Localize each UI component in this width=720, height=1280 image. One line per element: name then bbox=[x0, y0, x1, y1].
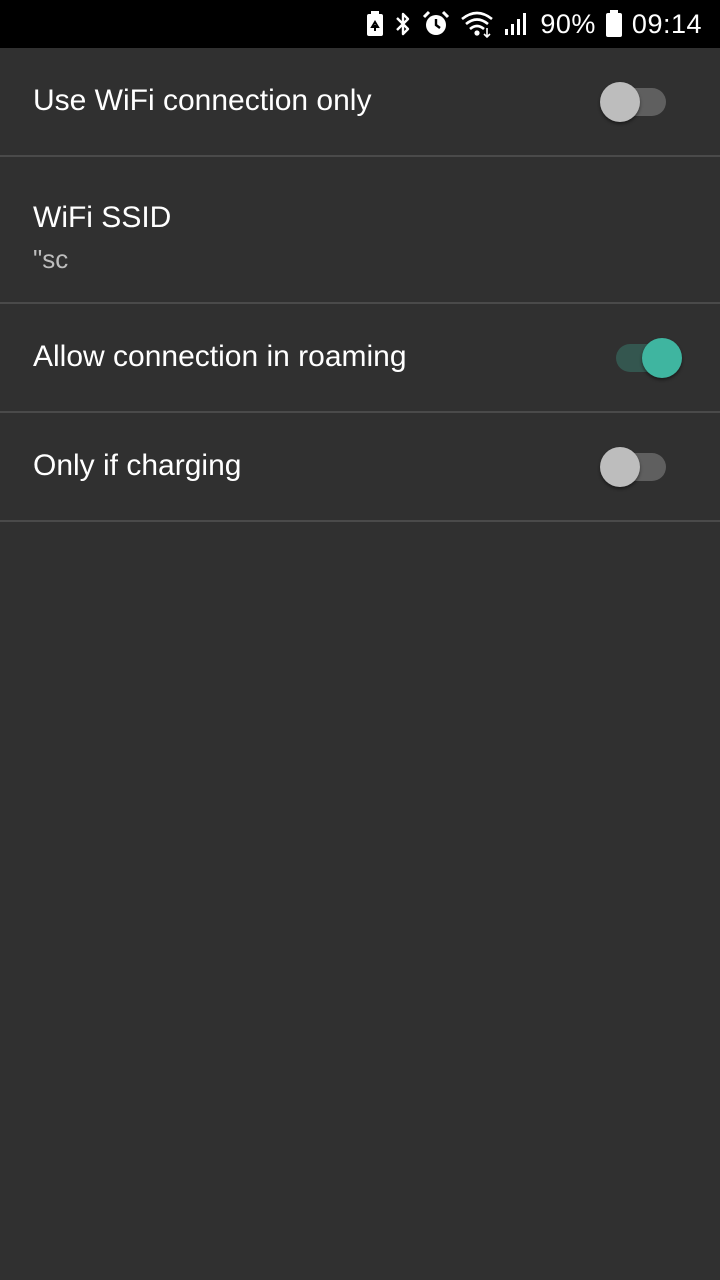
battery-saver-icon bbox=[366, 11, 384, 37]
setting-title: Use WiFi connection only bbox=[33, 83, 372, 117]
settings-list: Use WiFi connection only WiFi SSID "sc A… bbox=[0, 48, 720, 522]
setting-use-wifi-only[interactable]: Use WiFi connection only bbox=[0, 48, 720, 157]
signal-icon bbox=[504, 11, 530, 37]
bluetooth-icon bbox=[394, 10, 412, 38]
use-wifi-only-toggle[interactable] bbox=[600, 81, 666, 123]
status-bar: 90% 09:14 bbox=[0, 0, 720, 48]
wifi-icon bbox=[460, 10, 494, 38]
battery-percent: 90% bbox=[540, 8, 596, 39]
setting-wifi-ssid[interactable]: WiFi SSID "sc bbox=[0, 157, 720, 304]
switch-thumb bbox=[600, 446, 640, 487]
setting-only-if-charging[interactable]: Only if charging bbox=[0, 413, 720, 522]
switch-thumb bbox=[600, 81, 640, 122]
battery-icon bbox=[605, 10, 622, 38]
setting-title: Allow connection in roaming bbox=[33, 339, 407, 373]
alarm-icon bbox=[422, 10, 450, 38]
setting-allow-roaming[interactable]: Allow connection in roaming bbox=[0, 304, 720, 413]
clock: 09:14 bbox=[631, 8, 702, 39]
setting-summary: "sc bbox=[33, 244, 69, 274]
allow-roaming-toggle[interactable] bbox=[616, 337, 682, 379]
switch-thumb bbox=[642, 337, 682, 378]
setting-title: WiFi SSID bbox=[33, 201, 172, 234]
setting-title: Only if charging bbox=[33, 448, 242, 482]
only-if-charging-toggle[interactable] bbox=[600, 446, 666, 488]
